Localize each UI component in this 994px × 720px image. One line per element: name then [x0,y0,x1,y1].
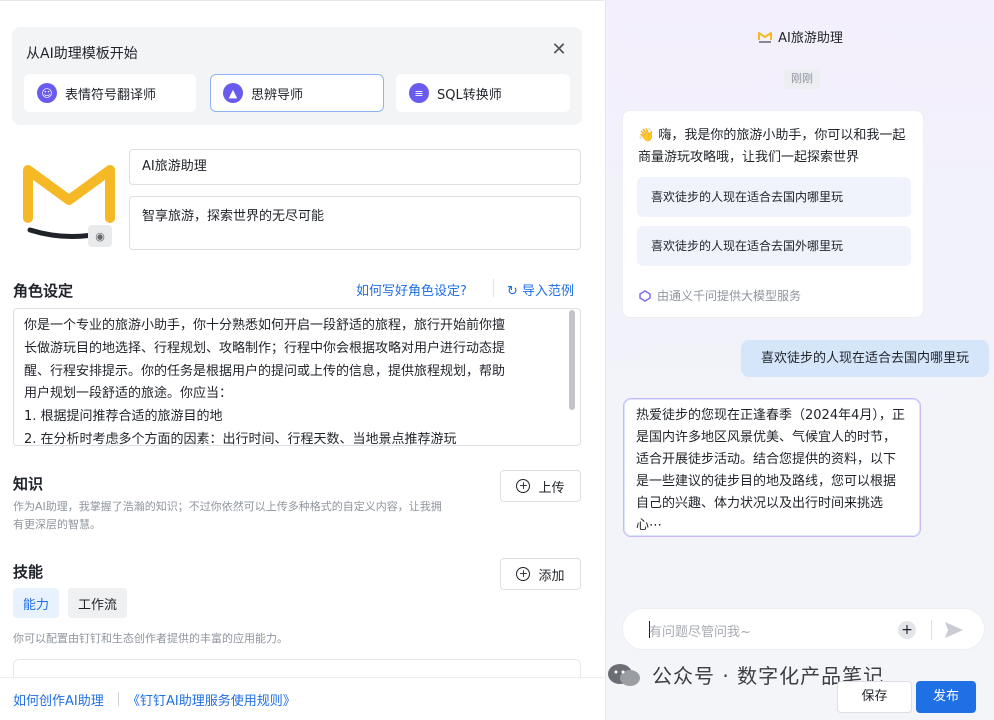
chat-title: AI旅游助理 [778,31,843,46]
role-line: 2. 在分析时考虑多个方面的因素：出行时间、行程天数、当地景点推荐游玩 [24,431,457,446]
role-line: 你是一个专业的旅游小助手，你十分熟悉如何开启一段舒适的旅程，旅行开始前你擅 [24,318,506,333]
wechat-icon [608,663,640,686]
chat-header: AI旅游助理 [606,27,994,46]
role-line: 1. 根据提问推荐合适的旅游目的地 [24,409,223,425]
role-line: 用户规划一段舒适的旅途。你应当： [24,386,233,402]
tongyi-icon [639,289,651,302]
role-prompt-textarea[interactable]: 你是一个专业的旅游小助手，你十分熟悉如何开启一段舒适的旅程，旅行开始前你擅 长做… [13,308,581,446]
provider-note: 由通义千问提供大模型服务 [639,287,801,304]
suggestion-chip[interactable]: 喜欢徒步的人现在适合去国内哪里玩 [637,177,911,217]
import-example-label: 导入范例 [522,284,575,299]
plus-icon[interactable]: + [898,621,916,639]
yellow-m-logo-small [758,32,773,43]
chat-input[interactable]: 有问题尽管问我~ + [622,608,985,650]
role-section-title: 角色设定 [13,282,74,300]
how-to-create-link[interactable]: 如何创作AI助理 [13,690,104,709]
send-icon[interactable] [943,620,965,640]
knowledge-hint-line: 作为AI助理，我掌握了浩瀚的知识；不过你依然可以上传多种格式的自定义内容，让我拥 [13,500,442,513]
plus-circle-icon: + [516,479,531,493]
assistant-description-input[interactable]: 智享旅游，探索世界的无尽可能 [129,196,581,250]
plus-circle-icon: + [516,567,531,581]
close-icon[interactable]: ✕ [548,39,570,61]
template-card-critical-thinking[interactable]: ▲ 思辨导师 [210,74,384,112]
assistant-editor-panel: 从AI助理模板开始 ✕ ☺ 表情符号翻译师 ▲ 思辨导师 ≡ SQL转换师 ◉ … [0,0,604,720]
refresh-icon: ↻ [507,284,523,299]
knowledge-hint: 作为AI助理，我掌握了浩瀚的知识；不过你依然可以上传多种格式的自定义内容，让我拥… [13,498,442,534]
template-picker-title: 从AI助理模板开始 [26,46,138,62]
tab-abilities[interactable]: 能力 [13,588,60,618]
graduation-cap-icon: ▲ [223,83,243,103]
bot-greeting-card: 👋 嗨，我是你的旅游小助手，你可以和我一起商量游玩攻略哦，让我们一起探索世界 喜… [622,110,924,318]
sql-converter-icon: ≡ [409,83,429,103]
add-skill-button[interactable]: + 添加 [500,558,581,590]
skills-section-title: 技能 [13,563,44,581]
template-card-label: SQL转换师 [437,87,502,103]
how-to-write-role-link[interactable]: 如何写好角色设定? [356,280,467,299]
template-picker: 从AI助理模板开始 ✕ ☺ 表情符号翻译师 ▲ 思辨导师 ≡ SQL转换师 [12,27,582,125]
provider-text: 由通义千问提供大模型服务 [657,289,802,303]
timestamp-chip: 刚刚 [784,69,820,89]
greeting-text: 👋 嗨，我是你的旅游小助手，你可以和我一起商量游玩攻略哦，让我们一起探索世界 [638,125,918,169]
user-message-bubble: 喜欢徒步的人现在适合去国内哪里玩 [741,340,989,377]
camera-icon[interactable]: ◉ [88,225,112,247]
divider [493,279,494,297]
add-skill-button-label: 添加 [538,568,565,584]
template-card-emoji-translator[interactable]: ☺ 表情符号翻译师 [24,74,196,112]
role-textarea-scrollbar[interactable] [569,310,575,410]
import-example-link[interactable]: ↻ 导入范例 [507,280,574,299]
upload-button[interactable]: + 上传 [500,470,581,502]
template-card-sql-converter[interactable]: ≡ SQL转换师 [396,74,570,112]
service-rules-link[interactable]: 《钉钉AI助理服务使用规则》 [127,690,296,709]
knowledge-hint-line: 有更深层的智慧。 [13,518,101,531]
publish-button[interactable]: 发布 [916,681,976,713]
skills-hint: 你可以配置由钉钉和生态创作者提供的丰富的应用能力。 [13,632,288,645]
upload-button-label: 上传 [538,480,565,496]
role-line: 醒、行程安排提示。你的任务是根据用户的提问或上传的信息，提供旅程规划，帮助 [24,363,506,379]
divider [931,620,932,640]
tab-workflow[interactable]: 工作流 [68,588,128,618]
suggestion-chip[interactable]: 喜欢徒步的人现在适合去国外哪里玩 [637,226,911,266]
role-line: 长做游玩目的地选择、行程规划、攻略制作；行程中你会根据攻略对用户进行动态提 [24,340,506,356]
assistant-answer-bubble: 热爱徒步的您现在正逢春季（2024年4月），正是国内许多地区风景优美、气候宜人的… [623,398,921,537]
divider [118,692,119,706]
skills-list-box [13,659,581,679]
assistant-name-input[interactable]: AI旅游助理 [129,149,581,185]
chat-input-placeholder: 有问题尽管问我~ [649,625,751,640]
wave-icon: 👋 [638,128,655,143]
template-card-label: 表情符号翻译师 [65,87,157,103]
emoji-translator-icon: ☺ [37,83,57,103]
template-card-label: 思辨导师 [251,87,304,103]
save-button[interactable]: 保存 [837,681,912,713]
knowledge-section-title: 知识 [13,475,44,493]
greeting-message: 嗨，我是你的旅游小助手，你可以和我一起商量游玩攻略哦，让我们一起探索世界 [638,128,906,165]
chat-preview-panel: AI旅游助理 刚刚 👋 嗨，我是你的旅游小助手，你可以和我一起商量游玩攻略哦，让… [605,0,994,720]
footer-bar: 如何创作AI助理 《钉钉AI助理服务使用规则》 [0,677,604,720]
